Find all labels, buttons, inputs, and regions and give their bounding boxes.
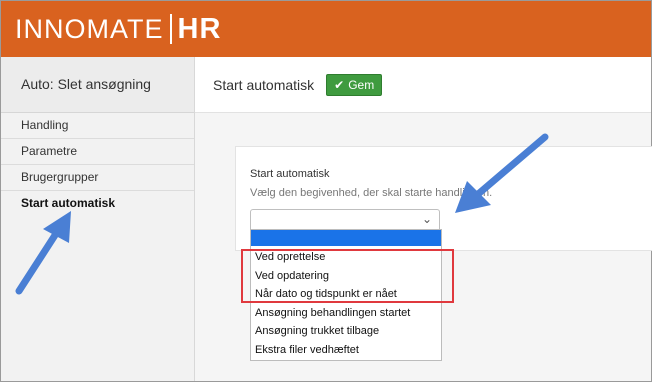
page-title: Start automatisk (213, 76, 315, 93)
sidebar-title: Auto: Slet ansøgning (1, 57, 194, 113)
main-header: Start automatisk ✔ Gem (195, 57, 651, 113)
sidebar-item-handling[interactable]: Handling (1, 113, 194, 139)
logo-divider (169, 14, 172, 44)
top-bar: INNOMATE HR (1, 1, 651, 57)
save-button-label: Gem (348, 77, 375, 92)
sidebar-item-brugergrupper[interactable]: Brugergrupper (1, 165, 194, 191)
dropdown-option-blank-selected[interactable] (251, 230, 441, 246)
chevron-down-icon: ⌄ (421, 212, 432, 226)
sidebar-item-parametre[interactable]: Parametre (1, 139, 194, 165)
arrow-to-select-icon (455, 133, 549, 213)
logo-hr: HR (177, 12, 222, 45)
dropdown-option[interactable]: Ansøgning behandlingen startet (251, 304, 441, 323)
logo-word: INNOMATE (15, 13, 164, 44)
highlight-box (241, 249, 454, 303)
field-label: Start automatisk (250, 168, 330, 180)
dropdown-option[interactable]: Ekstra filer vedhæftet (251, 341, 441, 360)
dropdown-option[interactable]: Ansøgning trukket tilbage (251, 322, 441, 341)
checkmark-icon: ✔ (334, 77, 345, 92)
innomate-hr-logo: INNOMATE HR (15, 13, 221, 45)
save-button[interactable]: ✔ Gem (326, 73, 383, 96)
arrow-to-sidebar-item-icon (15, 211, 71, 295)
